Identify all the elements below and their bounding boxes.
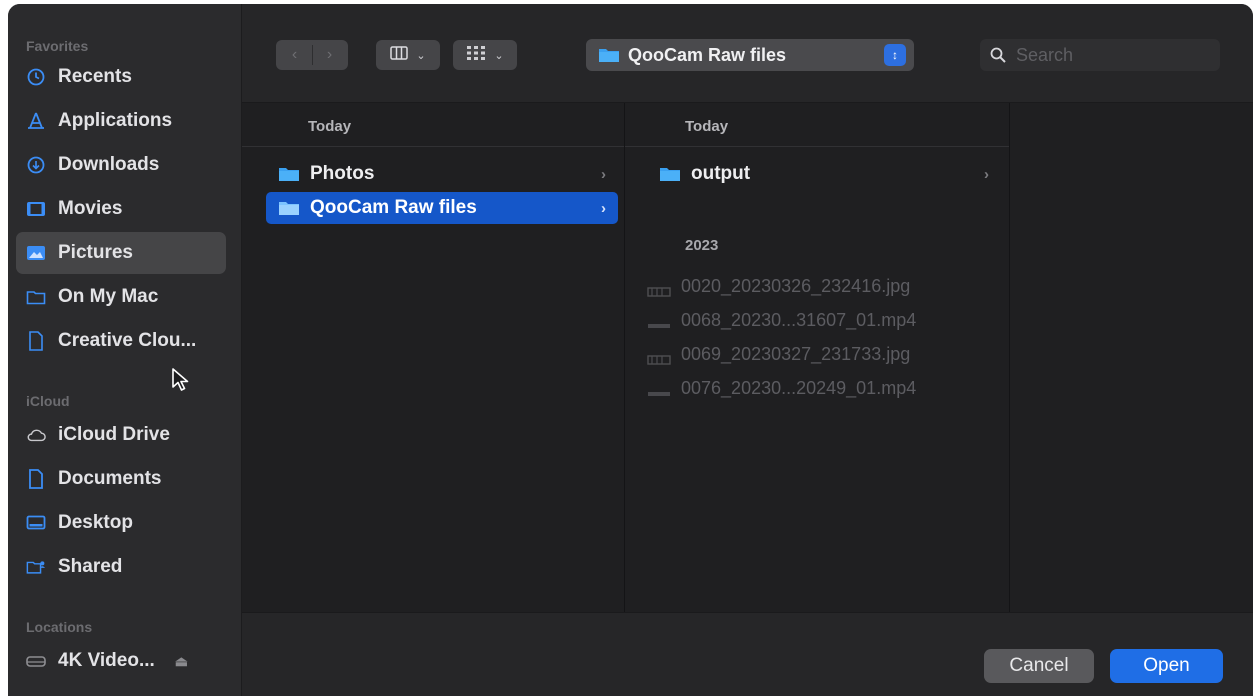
sidebar-item-label: Pictures <box>58 242 133 263</box>
sidebar-item-label: On My Mac <box>58 286 159 307</box>
sidebar-item-on-my-mac[interactable]: On My Mac <box>16 276 226 318</box>
sidebar-section-favorites: Favorites <box>26 38 89 54</box>
file-open-dialog: Favorites Recents Applications Downloads… <box>8 4 1253 696</box>
sidebar-item-label: iCloud Drive <box>58 424 170 445</box>
sidebar-item-label: Movies <box>58 198 123 219</box>
sidebar-item-label: Documents <box>58 468 162 489</box>
open-button[interactable]: Open <box>1110 649 1223 683</box>
cloud-icon <box>26 425 46 445</box>
sidebar-item-label: 4K Video... <box>58 650 155 671</box>
eject-icon[interactable]: ⏏ <box>175 653 188 670</box>
browser-column-2: Today output › 2023 0020_20230326_232416… <box>625 103 1010 612</box>
film-icon <box>26 199 46 219</box>
view-mode-button[interactable]: ⌄ <box>376 40 440 70</box>
file-row[interactable]: 0076_20230...20249_01.mp4 <box>647 373 916 403</box>
sidebar-item-label: Downloads <box>58 154 160 175</box>
search-icon <box>990 47 1006 63</box>
columns-view-icon <box>390 45 409 65</box>
folder-icon <box>598 47 620 63</box>
group-by-button[interactable]: ⌄ <box>453 40 517 70</box>
document-icon <box>26 331 46 351</box>
folder-row-qoocam-raw-files[interactable]: QooCam Raw files › <box>266 192 618 224</box>
sidebar-item-documents[interactable]: Documents <box>16 458 226 500</box>
folder-icon <box>278 200 300 216</box>
location-popup-label: QooCam Raw files <box>628 44 787 65</box>
folder-icon <box>278 166 300 182</box>
file-row[interactable]: 0069_20230327_231733.jpg <box>647 339 910 369</box>
image-file-icon <box>647 349 671 365</box>
search-field[interactable] <box>980 39 1220 71</box>
clock-icon <box>26 67 46 87</box>
video-file-icon <box>647 383 671 396</box>
folder-icon <box>26 287 46 307</box>
dialog-footer: Cancel Open <box>242 612 1253 696</box>
toolbar: ‹ › ⌄ ⌄ QooCam Raw files ↕ <box>242 4 1253 103</box>
folder-label: output <box>691 163 751 184</box>
file-row[interactable]: 0068_20230...31607_01.mp4 <box>647 305 916 335</box>
sidebar-item-icloud-drive[interactable]: iCloud Drive <box>16 414 226 456</box>
sidebar-item-desktop[interactable]: Desktop <box>16 502 226 544</box>
browser-column-3 <box>1010 103 1253 612</box>
chevron-down-icon: ⌄ <box>494 49 504 62</box>
folder-row-photos[interactable]: Photos › <box>266 158 618 190</box>
document-icon <box>26 469 46 489</box>
download-icon <box>26 155 46 175</box>
applications-icon <box>26 111 46 131</box>
shared-folder-icon <box>26 557 46 577</box>
sidebar-item-label: Recents <box>58 66 132 87</box>
folder-label: Photos <box>310 163 375 184</box>
popup-stepper-icon: ↕ <box>884 44 906 66</box>
column-header: Today <box>685 118 729 135</box>
file-label: 0069_20230327_231733.jpg <box>681 343 911 364</box>
sidebar-item-label: Applications <box>58 110 173 131</box>
forward-icon[interactable]: › <box>313 46 347 64</box>
browser-column-1: Today Photos › QooCam Raw files › <box>242 103 625 612</box>
sidebar-item-creative-cloud[interactable]: Creative Clou... <box>16 320 226 362</box>
nav-back-forward: ‹ › <box>276 40 348 70</box>
sidebar-item-label: Desktop <box>58 512 133 533</box>
column-header-divider <box>242 146 624 147</box>
file-label: 0020_20230326_232416.jpg <box>681 275 911 296</box>
image-file-icon <box>647 281 671 297</box>
column-header: Today <box>308 118 352 135</box>
sidebar-item-4k-video[interactable]: 4K Video... ⏏ <box>16 640 226 682</box>
folder-icon <box>659 166 681 182</box>
sidebar-item-pictures[interactable]: Pictures <box>16 232 226 274</box>
sidebar-item-label: Creative Clou... <box>58 330 197 351</box>
file-label: 0076_20230...20249_01.mp4 <box>681 377 917 398</box>
grid-icon <box>466 45 486 66</box>
file-label: 0068_20230...31607_01.mp4 <box>681 309 917 330</box>
video-file-icon <box>647 315 671 328</box>
desktop-icon <box>26 513 46 533</box>
search-input[interactable] <box>1014 43 1198 67</box>
file-row[interactable]: 0020_20230326_232416.jpg <box>647 271 910 301</box>
folder-label: QooCam Raw files <box>310 197 477 218</box>
back-icon[interactable]: ‹ <box>278 46 312 64</box>
cancel-button[interactable]: Cancel <box>984 649 1094 683</box>
sidebar: Favorites Recents Applications Downloads… <box>8 4 242 696</box>
sidebar-item-applications[interactable]: Applications <box>16 100 226 142</box>
sidebar-item-movies[interactable]: Movies <box>16 188 226 230</box>
mouse-pointer-icon <box>171 367 193 398</box>
folder-row-output[interactable]: output › <box>647 158 1001 190</box>
sidebar-item-label: Shared <box>58 556 123 577</box>
sidebar-section-locations: Locations <box>26 619 93 635</box>
column-header-divider <box>625 146 1009 147</box>
sidebar-item-recents[interactable]: Recents <box>16 56 226 98</box>
photo-icon <box>26 243 46 263</box>
location-popup[interactable]: QooCam Raw files ↕ <box>586 39 914 71</box>
chevron-right-icon: › <box>984 165 989 183</box>
sidebar-item-shared[interactable]: Shared <box>16 546 226 588</box>
chevron-down-icon: ⌄ <box>416 49 426 62</box>
sidebar-item-downloads[interactable]: Downloads <box>16 144 226 186</box>
sidebar-section-icloud: iCloud <box>26 393 70 409</box>
group-header-2023: 2023 <box>685 237 719 254</box>
drive-icon <box>26 651 46 671</box>
chevron-right-icon: › <box>601 165 606 183</box>
chevron-right-icon: › <box>601 199 606 217</box>
